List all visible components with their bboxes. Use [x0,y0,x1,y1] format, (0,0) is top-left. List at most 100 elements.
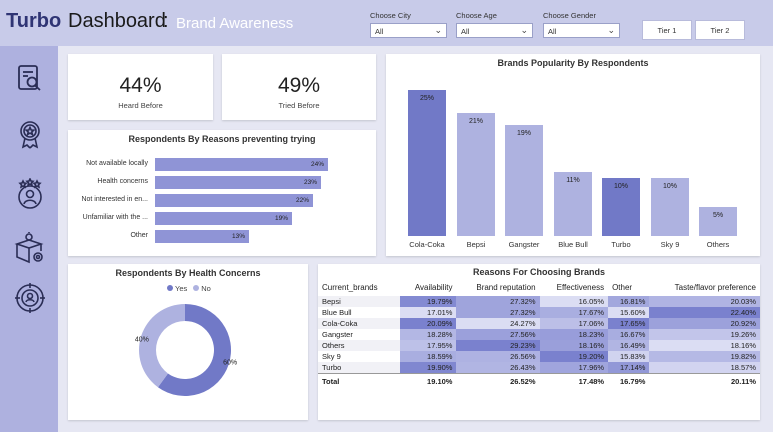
table-total-row: Total 19.10% 26.52% 17.48% 16.79% 20.11% [318,373,760,388]
table-row[interactable]: Turbo 19.90% 26.43% 17.96% 17.14% 18.57% [318,362,760,374]
data-cell: 18.59% [400,351,457,362]
total-cell: 20.11% [649,373,760,388]
data-cell: 17.14% [608,362,650,374]
people-rating-icon[interactable] [14,177,46,210]
gender-filter-dropdown[interactable]: All ⌄ [543,23,620,38]
data-cell: 16.05% [539,296,609,307]
column-header[interactable]: Availability [400,278,456,296]
page-title: Dashboard [68,10,166,32]
bar-label: Not interested in en... [81,196,148,203]
bar-value-label: 19% [516,130,531,137]
bar-value-label: 22% [295,197,309,204]
data-cell: 19.26% [649,329,760,340]
bar[interactable] [457,113,495,236]
bar-value-label: 5% [712,212,724,219]
column-header[interactable]: Effectiveness [540,278,609,296]
chevron-down-icon: ⌄ [607,25,615,35]
data-cell: 27.32% [456,296,540,307]
category-label: Gangster [508,240,540,249]
title-separator: : [163,10,169,32]
data-cell: 20.09% [400,318,457,329]
age-filter-dropdown[interactable]: All ⌄ [456,23,533,38]
data-cell: 16.67% [608,329,650,340]
data-cell: 18.57% [649,362,760,374]
bar-value-label: 24% [310,161,324,168]
table-row[interactable]: Blue Bull 17.01% 27.32% 17.67% 15.60% 22.40% [318,307,760,318]
data-cell: 18.23% [539,329,609,340]
donut-slice-no[interactable] [139,304,185,388]
tier-2-button[interactable]: Tier 2 [695,20,745,40]
bar-value-label: 11% [566,177,580,184]
city-filter-dropdown[interactable]: All ⌄ [370,23,447,38]
category-label: Blue Bull [558,240,588,249]
table-row[interactable]: Gangster 18.28% 27.56% 18.23% 16.67% 19.26% [318,329,760,340]
bar[interactable] [408,90,446,236]
category-label: Turbo [611,240,631,249]
bar-value-label: 25% [419,95,434,102]
table-row[interactable]: Cola-Coka 20.09% 24.27% 17.06% 17.65% 20.92% [318,318,760,329]
data-cell: 29.23% [456,340,540,351]
bar[interactable]: 22% [155,194,313,207]
bar[interactable]: 24% [155,158,328,171]
target-icon[interactable] [14,282,46,314]
chevron-down-icon: ⌄ [434,25,442,35]
slice-label: 40% [135,336,149,343]
table-row[interactable]: Others 17.95% 29.23% 18.16% 16.49% 18.16% [318,340,760,351]
total-cell: 16.79% [608,373,650,388]
data-cell: 27.56% [456,329,540,340]
product-box-icon[interactable] [14,232,46,264]
total-cell: 26.52% [456,373,540,388]
table-header-row: Current_brands Availability Brand reputa… [318,278,760,296]
data-cell: 19.90% [400,362,457,374]
bar-value-label: 10% [613,183,628,190]
data-cell: 26.43% [456,362,540,374]
row-brand-cell: Bepsi [318,296,400,307]
data-cell: 24.27% [456,318,540,329]
bar-value-label: 23% [303,179,317,186]
data-cell: 27.32% [456,307,540,318]
chart-title: Brands Popularity By Respondents [497,58,649,68]
reasons-table-card: Reasons For Choosing Brands Current_bran… [318,264,760,420]
health-concerns-chart-card: Respondents By Health Concerns Yes No 60… [68,264,308,420]
table-row[interactable]: Sky 9 18.59% 26.56% 19.20% 15.83% 19.82% [318,351,760,362]
bar[interactable]: 19% [155,212,292,225]
column-header[interactable]: Taste/flavor preference [649,278,760,296]
row-brand-cell: Blue Bull [322,308,352,317]
bar-label: Other [130,232,148,239]
column-header[interactable]: Brand reputation [456,278,539,296]
table-title: Reasons For Choosing Brands [472,267,606,277]
chevron-down-icon: ⌄ [520,25,528,35]
age-filter-label: Choose Age [456,11,497,20]
tier-1-button[interactable]: Tier 1 [642,20,692,40]
bar[interactable]: 23% [155,176,321,189]
data-cell: 17.01% [400,307,457,318]
table-row[interactable]: Bepsi 19.79% 27.32% 16.05% 16.81% 20.03% [318,296,760,307]
report-search-icon[interactable] [14,62,46,94]
total-cell: 19.10% [400,373,457,388]
brand-logo-text: Turbo [6,10,62,32]
kpi-card-heard-before: 44% Heard Before [68,54,213,120]
award-badge-icon[interactable] [14,118,46,150]
reasons-preventing-chart-card: Respondents By Reasons preventing trying… [68,130,376,256]
page-subtitle: Brand Awareness [176,15,294,32]
category-label: Cola-Coka [409,240,445,249]
data-cell: 19.79% [400,296,457,307]
column-header[interactable]: Other [608,278,649,296]
row-brand-cell: Cola-Coka [318,318,400,329]
row-brand-cell: Gangster [322,330,353,339]
bar-label: Not available locally [86,160,148,167]
bar-value-label: 10% [662,183,677,190]
city-filter-value: All [375,27,384,36]
column-header[interactable]: Current_brands [318,278,400,296]
bar[interactable] [505,125,543,236]
gender-filter-label: Choose Gender [543,11,596,20]
kpi-label: Tried Before [278,101,320,110]
row-brand-cell: Turbo [318,362,400,374]
bar[interactable]: 13% [155,230,249,243]
bar-label: Health concerns [97,178,148,185]
data-cell: 18.28% [400,329,457,340]
bar-label: Unfamiliar with the ... [82,214,148,221]
total-label-cell: Total [318,373,400,388]
bar-value-label: 19% [274,215,288,222]
category-label: Bepsi [466,240,486,249]
